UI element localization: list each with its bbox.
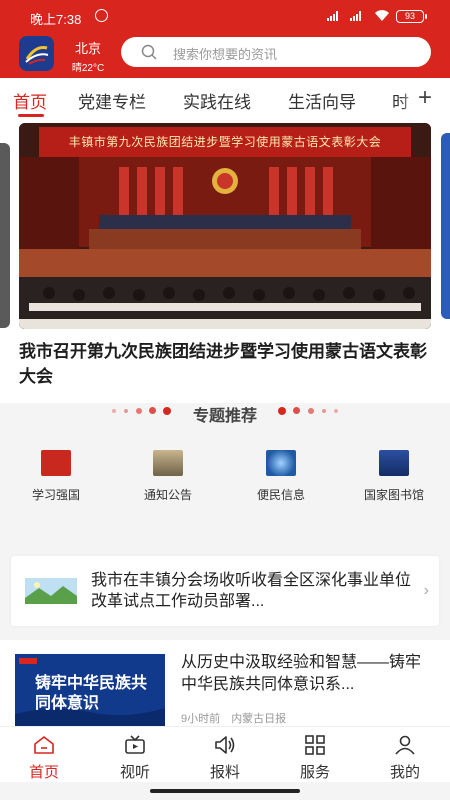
banner-carousel[interactable]: 丰镇市第九次民族团结进步暨学习使用蒙古语文表彰大会 我市召开第九次民族团结进步暨… — [0, 120, 450, 403]
banner-headline[interactable]: 我市召开第九次民族团结进步暨学习使用蒙古语文表彰大会 — [19, 339, 431, 389]
city-weather[interactable]: 北京 晴22°C — [68, 38, 108, 74]
status-bar: 晚上7:38 93 — [0, 0, 450, 32]
tab-life-guide[interactable]: 生活向导 — [288, 88, 356, 113]
library-icon — [379, 450, 409, 476]
tv-icon — [125, 735, 145, 754]
nav-label: 首页 — [28, 764, 59, 781]
gesture-bar[interactable] — [150, 789, 300, 793]
nav-label: 服务 — [299, 764, 330, 781]
tab-home[interactable]: 首页 — [13, 88, 47, 113]
cell-signal-2-icon — [350, 11, 361, 21]
status-time: 晚上7:38 — [30, 12, 82, 27]
decor-dot — [322, 409, 326, 413]
landscape-thumbnail-icon — [25, 578, 77, 604]
banner-image[interactable]: 丰镇市第九次民族团结进步暨学习使用蒙古语文表彰大会 — [19, 123, 431, 329]
search-icon — [141, 44, 157, 60]
plus-icon[interactable]: + — [418, 86, 432, 110]
bottom-navigation: 首页 视听 报料 服务 我的 — [0, 726, 450, 782]
news-thumbnail-caption: 铸牢中华民族共同体意识 — [35, 675, 148, 712]
category-tabs: 首页 党建专栏 实践在线 生活向导 时 + — [0, 78, 450, 120]
cell-signal-icon — [327, 11, 338, 21]
decor-dot — [278, 407, 286, 415]
app-logo[interactable] — [19, 36, 54, 71]
app-logo-icon — [25, 46, 49, 65]
speaker-icon — [215, 736, 235, 754]
shortcut-label: 学习强国 — [31, 488, 80, 502]
shortcut-library[interactable]: 国家图书馆 — [349, 450, 439, 503]
app-header: 晚上7:38 93 北京 晴22°C 搜索你想要的资讯 — [0, 0, 450, 78]
section-title: 专题推荐 — [192, 408, 257, 425]
nav-services[interactable]: 服务 — [285, 735, 345, 782]
chevron-right-icon: › — [423, 582, 429, 599]
news-time: 9小时前 — [181, 713, 221, 725]
tab-practice-online[interactable]: 实践在线 — [183, 88, 251, 113]
section-header: 专题推荐 — [0, 400, 450, 425]
news-source: 内蒙古日报 — [231, 713, 287, 725]
shortcut-label: 便民信息 — [256, 488, 305, 502]
nav-report[interactable]: 报料 — [195, 735, 255, 782]
person-icon — [395, 735, 415, 755]
shortcut-grid: 学习强国 通知公告 便民信息 国家图书馆 — [0, 450, 450, 510]
wifi-icon — [375, 10, 389, 21]
nav-label: 报料 — [209, 764, 240, 781]
notice-card[interactable]: 我市在丰镇分会场收听收看全区深化事业单位改革试点工作动员部署... › — [11, 556, 439, 626]
shortcut-xuexi[interactable]: 学习强国 — [11, 450, 101, 503]
nav-label: 视听 — [119, 764, 150, 781]
nav-profile[interactable]: 我的 — [375, 735, 435, 782]
nav-video[interactable]: 视听 — [105, 735, 165, 782]
buildings-icon — [153, 450, 183, 476]
search-bar[interactable]: 搜索你想要的资讯 — [121, 37, 431, 67]
grid-icon — [305, 735, 325, 755]
xuexi-qiangguo-icon — [41, 450, 71, 476]
tab-party-building[interactable]: 党建专栏 — [78, 88, 146, 113]
banner-sign-text: 丰镇市第九次民族团结进步暨学习使用蒙古语文表彰大会 — [68, 135, 382, 149]
globe-icon — [266, 450, 296, 476]
carousel-next-peek — [441, 133, 450, 319]
news-thumbnail: 铸牢中华民族共同体意识 — [15, 654, 165, 728]
news-list-item[interactable]: 铸牢中华民族共同体意识 从历史中汲取经验和智慧——铸牢中华民族共同体意识系...… — [0, 640, 450, 730]
city-name: 北京 — [74, 41, 101, 56]
banner-photo — [19, 123, 431, 329]
notice-text: 我市在丰镇分会场收听收看全区深化事业单位改革试点工作动员部署... — [91, 572, 412, 610]
search-placeholder: 搜索你想要的资讯 — [173, 47, 278, 62]
shortcut-label: 国家图书馆 — [363, 488, 424, 502]
notification-icon — [95, 9, 108, 22]
shortcut-notices[interactable]: 通知公告 — [123, 450, 213, 503]
weather-text: 晴22°C — [71, 63, 105, 74]
decor-dot — [293, 407, 300, 414]
decor-dot — [334, 409, 338, 413]
news-title: 从历史中汲取经验和智慧——铸牢中华民族共同体意识系... — [181, 654, 422, 693]
nav-home[interactable]: 首页 — [14, 735, 74, 782]
shortcut-label: 通知公告 — [143, 488, 192, 502]
decor-dot — [308, 408, 314, 414]
nav-label: 我的 — [389, 764, 420, 781]
home-icon — [34, 736, 54, 754]
tab-active-indicator — [18, 114, 44, 117]
news-meta: 9小时前 内蒙古日报 — [181, 710, 286, 726]
battery-icon: 93 — [396, 10, 427, 23]
shortcut-convenience[interactable]: 便民信息 — [236, 450, 326, 503]
carousel-prev-peek — [0, 143, 10, 328]
